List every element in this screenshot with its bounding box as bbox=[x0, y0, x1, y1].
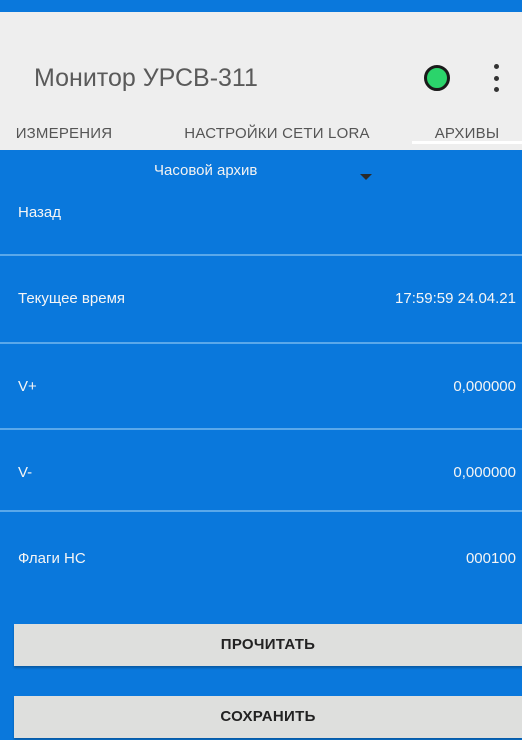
current-time-row: Текущее время 17:59:59 24.04.21 bbox=[0, 256, 522, 342]
archive-type-dropdown[interactable]: Часовой архив bbox=[154, 162, 257, 179]
flags-label: Флаги НС bbox=[18, 550, 86, 567]
status-bar bbox=[0, 0, 522, 12]
flags-row: Флаги НС 000100 bbox=[0, 512, 522, 598]
active-tab-indicator bbox=[412, 141, 522, 144]
read-button[interactable]: ПРОЧИТАТЬ bbox=[14, 624, 522, 666]
v-plus-row: V+ 0,000000 bbox=[0, 344, 522, 430]
v-minus-value: 0,000000 bbox=[453, 464, 516, 481]
app-title: Монитор УРСВ-311 bbox=[34, 64, 258, 92]
overflow-menu-icon[interactable] bbox=[490, 64, 502, 92]
back-label[interactable]: Назад bbox=[18, 204, 61, 221]
v-minus-row: V- 0,000000 bbox=[0, 430, 522, 516]
flags-value: 000100 bbox=[465, 550, 516, 567]
v-minus-label: V- bbox=[18, 464, 33, 481]
connection-status-icon bbox=[424, 65, 450, 91]
save-button[interactable]: СОХРАНИТЬ bbox=[14, 696, 522, 738]
v-plus-label: V+ bbox=[18, 378, 37, 395]
current-time-label: Текущее время bbox=[18, 290, 126, 307]
app-bar: Монитор УРСВ-311 ИЗМЕРЕНИЯ НАСТРОЙКИ СЕТ… bbox=[0, 12, 522, 150]
v-plus-value: 0,000000 bbox=[453, 378, 516, 395]
archive-panel: Часовой архив Назад Текущее время 17:59:… bbox=[0, 150, 522, 740]
current-time-value: 17:59:59 24.04.21 bbox=[395, 290, 516, 307]
dropdown-arrow-icon[interactable] bbox=[360, 174, 372, 180]
